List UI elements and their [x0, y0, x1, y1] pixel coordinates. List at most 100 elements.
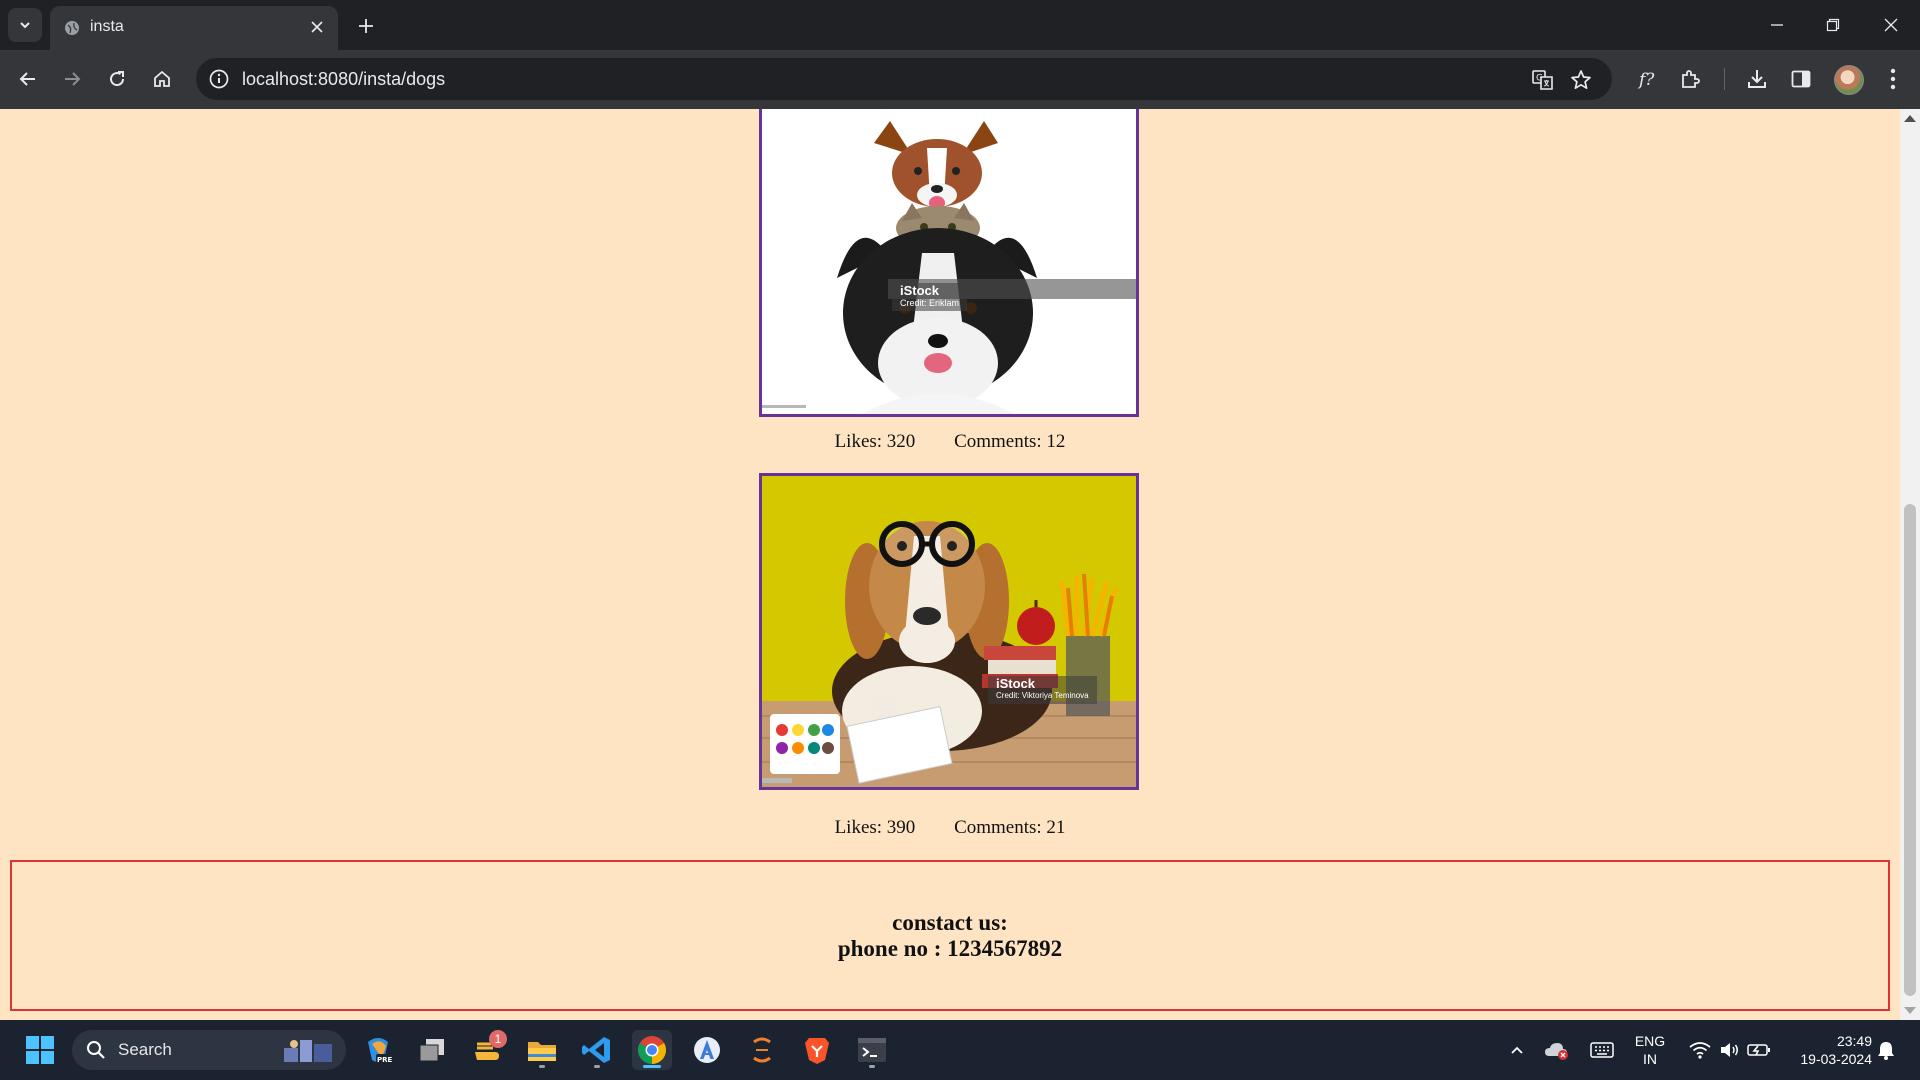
- language-code: ENG: [1634, 1033, 1666, 1049]
- close-window-button[interactable]: [1862, 0, 1920, 50]
- compass-a-icon: [694, 1037, 720, 1063]
- post-stats: Likes: 320 Comments: 12: [0, 431, 1900, 453]
- menu-button[interactable]: [1878, 64, 1908, 94]
- scroll-thumb[interactable]: [1904, 504, 1916, 996]
- formula-extension-button[interactable]: f?: [1632, 64, 1662, 94]
- page-scrollbar[interactable]: [1900, 109, 1920, 1020]
- tab-search-button[interactable]: [8, 8, 42, 42]
- running-indicator: [594, 1065, 600, 1068]
- reload-icon: [110, 71, 125, 87]
- plus-icon: [359, 19, 373, 33]
- windows-taskbar: Search PRE 1 ENG IN 23:49 19-03-2024: [0, 1020, 1920, 1080]
- windows-logo-icon: [26, 1036, 54, 1064]
- more-vert-icon: [1890, 68, 1896, 90]
- forward-button[interactable]: [55, 62, 89, 96]
- start-button[interactable]: [20, 1030, 60, 1070]
- close-icon: [1884, 18, 1898, 32]
- profile-avatar[interactable]: [1834, 65, 1864, 95]
- chrome-app[interactable]: [632, 1030, 672, 1070]
- restore-button[interactable]: [1804, 0, 1862, 50]
- dog-cat-stack-image: [762, 109, 1136, 414]
- post-image[interactable]: iStock Credit: Viktoriya Teminova: [759, 473, 1139, 790]
- likes-count: Likes: 390: [834, 817, 916, 838]
- notifications-button[interactable]: [1874, 1030, 1898, 1070]
- lion-shield-icon: [805, 1038, 829, 1064]
- chrome-icon: [638, 1036, 666, 1064]
- task-view-app[interactable]: [412, 1030, 452, 1070]
- widgets-app[interactable]: 1: [467, 1030, 507, 1070]
- terminal-icon: [858, 1038, 886, 1062]
- minimize-icon: [1771, 24, 1783, 26]
- translate-button[interactable]: G: [1530, 67, 1556, 93]
- clock-time: 23:49: [1836, 1033, 1872, 1049]
- input-language[interactable]: ENG IN: [1628, 1032, 1672, 1068]
- url-text[interactable]: localhost:8080/insta/dogs: [242, 69, 445, 90]
- arrow-left-icon: [19, 72, 35, 86]
- scroll-down-arrow[interactable]: [1904, 1007, 1916, 1014]
- eclipse-app[interactable]: [742, 1030, 782, 1070]
- onedrive-status[interactable]: [1542, 1030, 1572, 1070]
- volume-icon: [1721, 1043, 1738, 1057]
- keyboard-icon: [1590, 1042, 1614, 1058]
- running-indicator: [869, 1065, 875, 1068]
- scroll-up-arrow[interactable]: [1904, 115, 1916, 122]
- clock-date: 19-03-2024: [1800, 1051, 1872, 1067]
- beagle-with-glasses-image: [762, 476, 1136, 787]
- quick-settings-button[interactable]: [1684, 1030, 1776, 1070]
- home-button[interactable]: [145, 62, 179, 96]
- likes-count: Likes: 320: [834, 431, 916, 452]
- image-watermark: iStock Credit: Eriklam: [892, 283, 968, 311]
- contact-footer: constact us: phone no : 1234567892: [10, 860, 1890, 1011]
- post-stats: Likes: 390 Comments: 21: [0, 817, 1900, 839]
- show-hidden-icons-button[interactable]: [1502, 1030, 1532, 1070]
- function-icon: f?: [1637, 70, 1655, 90]
- watermark-brand: iStock: [996, 676, 1036, 691]
- address-bar[interactable]: localhost:8080/insta/dogs G: [196, 58, 1612, 100]
- taskbar-search[interactable]: Search: [72, 1030, 346, 1070]
- tab-close-button[interactable]: [308, 18, 326, 36]
- battery-charging-icon: [1747, 1044, 1770, 1056]
- page-viewport: iStock Credit: Eriklam Likes: 320 Commen…: [0, 109, 1900, 1020]
- android-studio-app[interactable]: [687, 1030, 727, 1070]
- tab-strip: insta: [0, 0, 1920, 50]
- brave-app[interactable]: [797, 1030, 837, 1070]
- eclipse-icon: [753, 1037, 771, 1063]
- notification-badge: 1: [489, 1030, 507, 1048]
- tab-insta[interactable]: insta: [50, 6, 338, 50]
- star-icon: [1571, 70, 1591, 90]
- cloud-error-icon: [1545, 1043, 1568, 1060]
- side-panel-icon: [1791, 70, 1811, 88]
- back-button[interactable]: [11, 62, 45, 96]
- watermark-credit: Credit: Eriklam: [900, 298, 960, 308]
- clock[interactable]: 23:49 19-03-2024: [1780, 1032, 1872, 1068]
- new-tab-button[interactable]: [352, 12, 380, 40]
- minimize-button[interactable]: [1748, 0, 1806, 50]
- bell-icon: [1878, 1042, 1894, 1060]
- chevron-down-icon: [20, 22, 30, 29]
- language-region: IN: [1643, 1051, 1657, 1067]
- image-watermark: iStock Credit: Viktoriya Teminova: [988, 676, 1097, 704]
- vscode-app[interactable]: [577, 1030, 617, 1070]
- search-label: Search: [118, 1040, 172, 1059]
- site-info-icon[interactable]: [208, 68, 230, 90]
- toolbar-separator: [1724, 68, 1725, 90]
- chevron-up-icon: [1511, 1046, 1523, 1054]
- contact-heading: constact us:: [892, 910, 1008, 935]
- downloads-button[interactable]: [1742, 64, 1772, 94]
- file-explorer-app[interactable]: [522, 1030, 562, 1070]
- watermark-credit: Credit: Viktoriya Teminova: [996, 691, 1089, 700]
- home-icon: [154, 70, 170, 87]
- terminal-app[interactable]: [852, 1030, 892, 1070]
- post-image[interactable]: iStock Credit: Eriklam: [759, 109, 1139, 417]
- comments-count: Comments: 12: [954, 431, 1066, 452]
- comments-count: Comments: 21: [954, 817, 1066, 838]
- arrow-right-icon: [65, 72, 81, 86]
- reload-button[interactable]: [100, 62, 134, 96]
- bookmark-button[interactable]: [1568, 67, 1594, 93]
- touch-keyboard-button[interactable]: [1586, 1030, 1618, 1070]
- side-panel-button[interactable]: [1786, 64, 1816, 94]
- svg-text:PRE: PRE: [377, 1056, 393, 1064]
- extensions-button[interactable]: [1676, 64, 1706, 94]
- copilot-app[interactable]: PRE: [358, 1030, 398, 1070]
- translate-icon: G: [1532, 70, 1553, 90]
